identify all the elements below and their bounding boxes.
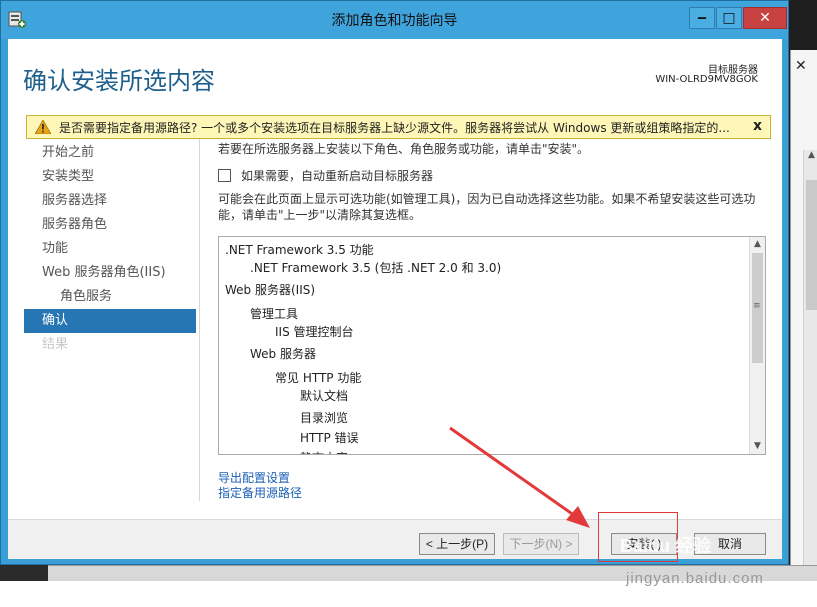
feature-item: .NET Framework 3.5 (包括 .NET 2.0 和 3.0): [250, 261, 502, 275]
page-title: 确认安装所选内容: [23, 67, 215, 95]
features-list[interactable]: .NET Framework 3.5 功能 .NET Framework 3.5 …: [218, 236, 766, 455]
target-server-value: WIN-OLRD9MV8GOK: [655, 74, 758, 85]
feature-item: 管理工具: [250, 307, 299, 321]
scroll-down-icon[interactable]: ▼: [750, 439, 765, 454]
wizard-client-area: 确认安装所选内容 目标服务器 WIN-OLRD9MV8GOK 是否需要指定备用源…: [8, 39, 782, 559]
export-config-link[interactable]: 导出配置设置: [218, 471, 302, 486]
close-button[interactable]: ✕: [743, 7, 787, 29]
feature-item: Web 服务器(IIS): [225, 283, 316, 297]
restart-option[interactable]: 如果需要，自动重新启动目标服务器: [218, 167, 433, 184]
intro-text: 若要在所选服务器上安装以下角色、角色服务或功能，请单击"安装"。: [218, 142, 590, 156]
feature-item: 目录浏览: [300, 411, 349, 425]
restart-checkbox[interactable]: [218, 169, 231, 182]
features-scrollbar[interactable]: ▲ ≡ ▼: [749, 237, 765, 454]
close-icon: ✕: [759, 10, 771, 26]
restart-checkbox-label[interactable]: 如果需要，自动重新启动目标服务器: [241, 167, 433, 184]
warning-icon: [35, 120, 51, 134]
wizard-nav: 开始之前 安装类型 服务器选择 服务器角色 功能 Web 服务器角色(IIS) 角色服务 确认…: [24, 141, 196, 501]
feature-item: .NET Framework 3.5 功能: [225, 243, 374, 257]
nav-item-2[interactable]: 服务器选择: [24, 189, 196, 213]
optional-features-note: 可能会在此页面上显示可选功能(如管理工具)，因为已自动选择这些功能。如果不希望安…: [218, 192, 756, 222]
nav-item-1[interactable]: 安装类型: [24, 165, 196, 189]
alt-source-link[interactable]: 指定备用源路径: [218, 486, 302, 501]
feature-item: IIS 管理控制台: [275, 325, 354, 339]
nav-divider: [199, 139, 200, 501]
feature-item: Web 服务器: [250, 347, 316, 361]
feature-item: 常见 HTTP 功能: [275, 371, 362, 385]
background-scroll-thumb[interactable]: [806, 180, 817, 310]
nav-item-4[interactable]: 功能: [24, 237, 196, 261]
minimize-button[interactable]: ‒: [689, 7, 715, 29]
minimize-icon: ‒: [697, 10, 707, 26]
maximize-icon: □: [722, 10, 736, 26]
warning-text: 是否需要指定备用源路径? 一个或多个安装选项在目标服务器上缺少源文件。服务器将尝…: [59, 120, 730, 135]
feature-item: HTTP 错误: [300, 431, 359, 445]
scroll-grip-icon: ≡: [753, 301, 761, 311]
background-scroll-up-icon[interactable]: ▲: [804, 150, 817, 165]
feature-item: 默认文档: [300, 389, 349, 403]
watermark-url: jingyan.baidu.com: [626, 570, 764, 587]
nav-item-0[interactable]: 开始之前: [24, 141, 196, 165]
nav-item-6[interactable]: 角色服务: [24, 285, 196, 309]
previous-button[interactable]: < 上一步(P): [419, 533, 495, 555]
nav-item-8: 结果: [42, 337, 69, 352]
window-title: 添加角色和功能向导: [331, 13, 458, 29]
background-window: ✕ ▲: [790, 50, 817, 577]
nav-item-7[interactable]: 确认: [24, 309, 196, 333]
action-links: 导出配置设置 指定备用源路径: [218, 471, 302, 501]
nav-item-5[interactable]: Web 服务器角色(IIS): [24, 261, 196, 285]
warning-close-button[interactable]: x: [753, 118, 762, 134]
watermark-brand: Baidu 经验: [620, 536, 712, 556]
warning-banner[interactable]: 是否需要指定备用源路径? 一个或多个安装选项在目标服务器上缺少源文件。服务器将尝…: [26, 115, 771, 139]
title-bar[interactable]: 添加角色和功能向导 ‒ □ ✕: [1, 1, 788, 39]
nav-item-3[interactable]: 服务器角色: [24, 213, 196, 237]
feature-item: 静态内容: [300, 449, 348, 454]
maximize-button[interactable]: □: [716, 7, 742, 29]
scroll-up-icon[interactable]: ▲: [750, 237, 765, 252]
background-scrollbar[interactable]: ▲: [803, 150, 817, 570]
next-button[interactable]: 下一步(N) >: [503, 533, 579, 555]
background-close-icon[interactable]: ✕: [795, 58, 807, 74]
wizard-window: 添加角色和功能向导 ‒ □ ✕ 确认安装所选内容 目标服务器 WIN-OLRD9…: [0, 0, 789, 565]
